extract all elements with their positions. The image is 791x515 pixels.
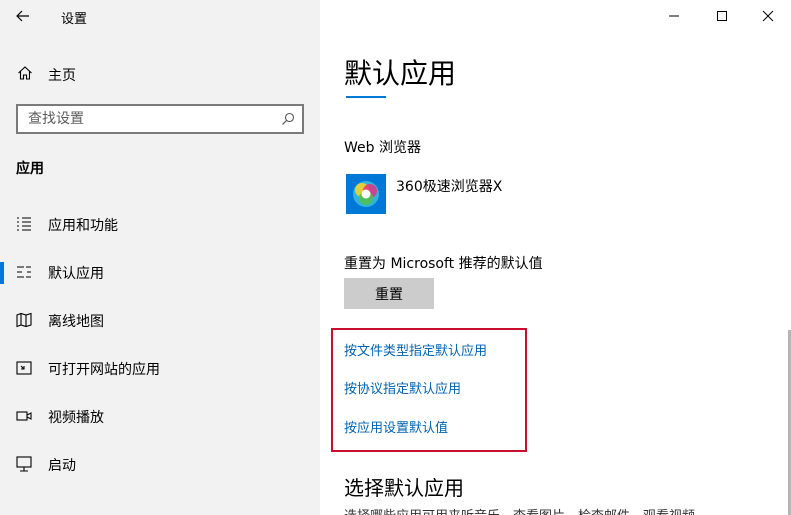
search-box (16, 104, 304, 134)
back-arrow-icon (16, 10, 29, 22)
sidebar-item-label: 默认应用 (48, 266, 104, 282)
app-title: 设置 (61, 12, 88, 27)
list-icon (17, 217, 31, 231)
choose-default-apps-desc: 选择哪些应用可用来听音乐、查看图片、检查邮件、观看视频 (344, 505, 774, 515)
search-icon[interactable] (281, 112, 295, 126)
sidebar-item-label: 应用和功能 (48, 218, 118, 234)
open-web-icon (16, 361, 32, 375)
close-button[interactable] (745, 0, 791, 32)
home-icon (18, 66, 32, 80)
browser-name[interactable]: 360极速浏览器X (396, 176, 502, 196)
maximize-icon (717, 11, 727, 21)
main-content: 默认应用 Web 浏览器 360极速浏览器X 重置为 Microsoft 推荐的… (320, 0, 791, 515)
sidebar-item-default-apps[interactable]: 默认应用 (0, 252, 320, 292)
nav-home[interactable]: 主页 (0, 58, 320, 88)
sidebar-item-label: 离线地图 (48, 314, 104, 330)
sidebar-item-offline-maps[interactable]: 离线地图 (0, 300, 320, 340)
sidebar-item-label: 启动 (48, 458, 76, 474)
startup-icon (16, 456, 32, 472)
video-icon (16, 411, 32, 421)
browser-logo-icon (353, 181, 379, 207)
search-input[interactable] (18, 106, 268, 132)
reset-label: 重置为 Microsoft 推荐的默认值 (344, 256, 543, 272)
title-underline (346, 96, 386, 98)
sidebar-item-label: 视频播放 (48, 410, 104, 426)
browser-tile[interactable] (346, 174, 386, 214)
map-icon (16, 312, 32, 328)
minimize-icon (669, 15, 679, 17)
page-title: 默认应用 (344, 57, 457, 90)
link-by-file-type[interactable]: 按文件类型指定默认应用 (344, 340, 487, 359)
default-apps-icon (17, 266, 31, 278)
scrollbar[interactable] (787, 96, 791, 515)
web-browser-label: Web 浏览器 (344, 140, 421, 156)
sidebar-item-apps-features[interactable]: 应用和功能 (0, 204, 320, 244)
sidebar-item-video-playback[interactable]: 视频播放 (0, 396, 320, 436)
sidebar-item-label: 可打开网站的应用 (48, 362, 160, 378)
reset-button[interactable]: 重置 (344, 278, 434, 309)
close-icon (762, 10, 774, 22)
back-button[interactable] (0, 0, 46, 32)
choose-default-apps-title: 选择默认应用 (344, 476, 464, 500)
minimize-button[interactable] (651, 0, 697, 32)
title-bar: 设置 (0, 0, 320, 32)
section-heading: 应用 (16, 161, 44, 177)
link-by-app[interactable]: 按应用设置默认值 (344, 417, 448, 436)
sidebar-item-startup[interactable]: 启动 (0, 444, 320, 484)
nav-home-label: 主页 (48, 68, 76, 84)
sidebar: 设置 主页 应用 应用和功能 默认应用 离线地图 (0, 0, 320, 515)
link-by-protocol[interactable]: 按协议指定默认应用 (344, 378, 461, 397)
sidebar-item-apps-for-websites[interactable]: 可打开网站的应用 (0, 348, 320, 388)
maximize-button[interactable] (699, 0, 745, 32)
